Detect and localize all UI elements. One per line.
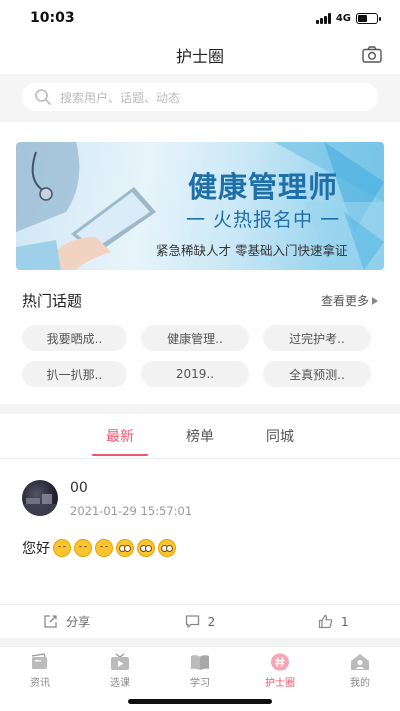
profile-icon	[351, 654, 369, 670]
book-icon	[191, 655, 209, 670]
rolling-eyes-emoji-icon	[137, 539, 155, 557]
tabs-divider	[0, 458, 400, 459]
topic-tag[interactable]: 扒一扒那..	[22, 361, 127, 387]
tabbar-label: 选课	[110, 678, 130, 689]
post-content: 您好	[22, 538, 176, 558]
section-divider	[0, 404, 400, 414]
like-button[interactable]: 1	[267, 605, 400, 638]
page-title: 护士圈	[175, 47, 224, 66]
tabbar-label: 学习	[190, 678, 210, 689]
topic-tag[interactable]: 全真预测..	[263, 361, 371, 387]
home-indicator	[128, 699, 272, 704]
rolling-eyes-emoji-icon	[158, 539, 176, 557]
post-actions: 分享 2 1	[0, 604, 400, 638]
post-text: 您好	[22, 541, 50, 557]
nav-bar: 护士圈	[0, 36, 400, 74]
news-icon	[31, 653, 47, 669]
comment-button[interactable]: 2	[133, 605, 266, 638]
comment-count: 2	[207, 614, 216, 629]
smile-emoji-icon	[95, 539, 113, 557]
search-section: 搜索用户、话题、动态	[0, 74, 400, 122]
topic-tag[interactable]: 2019..	[141, 361, 249, 387]
feed-tabs: 最新 榜单 同城	[0, 422, 400, 458]
share-button[interactable]: 分享	[0, 605, 133, 638]
battery-icon	[356, 12, 381, 24]
status-time: 10:03	[30, 10, 75, 26]
comment-icon	[185, 615, 199, 628]
avatar[interactable]	[22, 480, 58, 516]
tabbar-label: 我的	[350, 678, 370, 689]
video-icon	[111, 653, 129, 670]
smile-emoji-icon	[53, 539, 71, 557]
tab-ranking[interactable]: 榜单	[160, 422, 240, 456]
see-more-label: 查看更多	[320, 294, 369, 308]
banner-headline: 健康管理师	[188, 170, 339, 204]
smile-emoji-icon	[74, 539, 92, 557]
tabbar-label: 资讯	[30, 678, 50, 689]
tabbar-label: 护士圈	[265, 678, 295, 689]
hot-topics-title: 热门话题	[22, 292, 83, 310]
hot-topic-tags: 我要晒成.. 健康管理.. 过完护考.. 扒一扒那.. 2019.. 全真预测.…	[22, 325, 378, 387]
share-icon	[44, 615, 57, 628]
camera-icon[interactable]	[362, 46, 382, 63]
nurse-tablet-illustration	[16, 142, 156, 270]
hot-topics-header: 热门话题 查看更多	[22, 290, 378, 311]
search-icon	[35, 89, 51, 105]
chevron-right-icon	[372, 296, 378, 305]
status-icons: 4G	[315, 12, 381, 24]
tabbar-item-profile[interactable]: 我的	[320, 647, 400, 711]
banner-tagline: 紧急稀缺人才 零基础入门快速拿证	[156, 243, 348, 258]
status-bar: 10:03 4G	[0, 0, 400, 36]
share-label: 分享	[66, 615, 91, 629]
promo-banner[interactable]: 健康管理师 一 火热报名中 一 紧急稀缺人才 零基础入门快速拿证	[16, 142, 384, 270]
post-timestamp: 2021-01-29 15:57:01	[70, 504, 193, 518]
network-type: 4G	[335, 12, 351, 24]
section-divider	[0, 638, 400, 646]
tab-latest[interactable]: 最新	[80, 422, 160, 456]
topic-tag[interactable]: 我要晒成..	[22, 325, 127, 351]
see-more-link[interactable]: 查看更多	[321, 292, 378, 309]
search-placeholder: 搜索用户、话题、动态	[60, 90, 181, 105]
hashtag-icon	[271, 653, 289, 671]
signal-icon	[315, 12, 331, 24]
tab-nearby[interactable]: 同城	[240, 422, 320, 456]
banner-subheadline: 一 火热报名中 一	[186, 209, 341, 231]
rolling-eyes-emoji-icon	[116, 539, 134, 557]
like-count: 1	[341, 614, 349, 629]
thumbs-up-icon	[318, 614, 333, 629]
topic-tag[interactable]: 健康管理..	[141, 325, 249, 351]
tabbar-item-news[interactable]: 资讯	[0, 647, 80, 711]
search-input[interactable]: 搜索用户、话题、动态	[22, 83, 378, 111]
topic-tag[interactable]: 过完护考..	[263, 325, 371, 351]
post-username[interactable]: 00	[70, 480, 88, 496]
